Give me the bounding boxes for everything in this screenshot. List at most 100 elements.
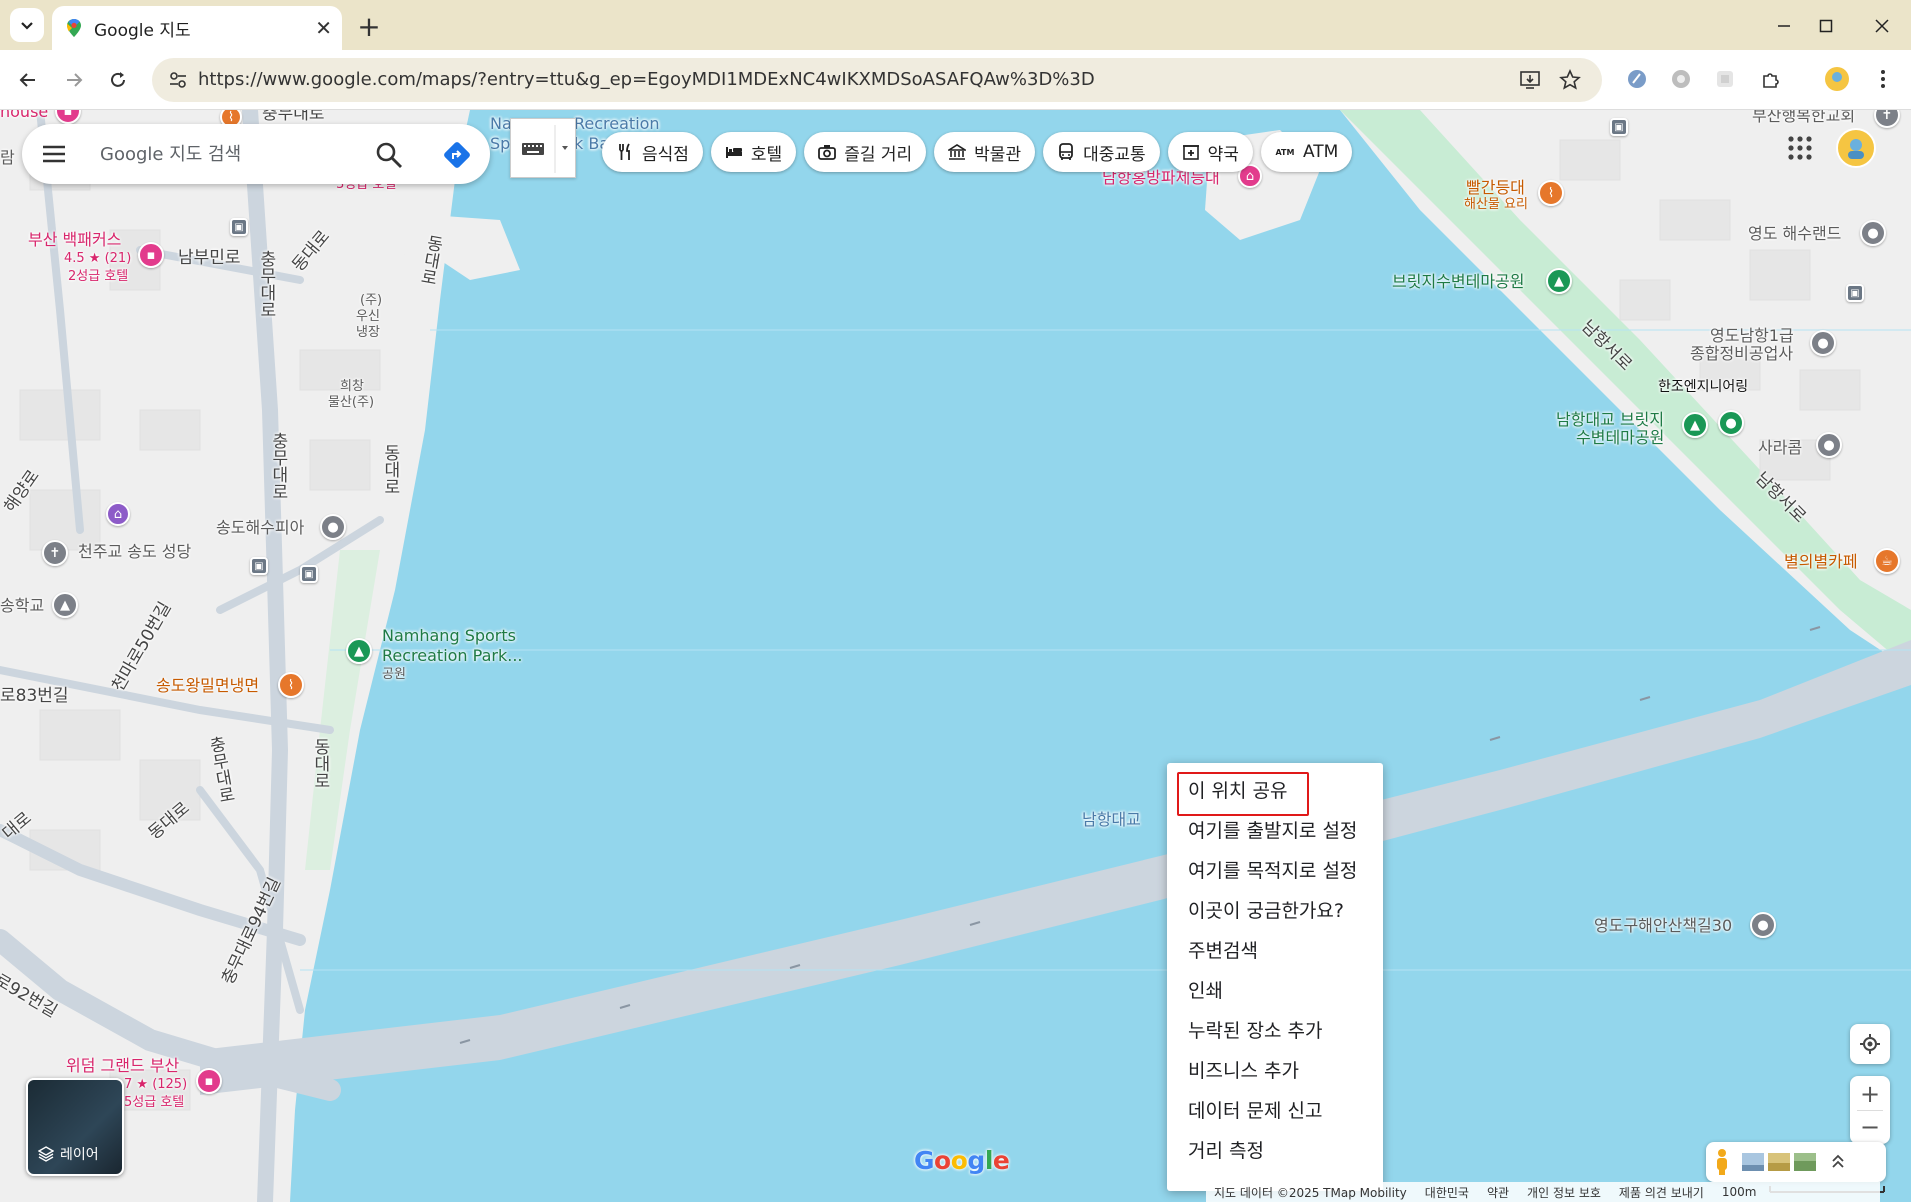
- menu-item-report-data-problem[interactable]: 데이터 문제 신고: [1167, 1091, 1383, 1131]
- map-label-yeongdo-auto-1[interactable]: 영도남항1급: [1710, 327, 1794, 345]
- place-pin-green-icon[interactable]: ●: [1718, 410, 1744, 436]
- map-label-hanjo[interactable]: 한조엔지니어링: [1658, 380, 1748, 395]
- chip-museum[interactable]: 박물관: [934, 132, 1036, 172]
- map-label-bridge-park[interactable]: 브릿지수변테마공원: [1392, 273, 1524, 291]
- chip-transit[interactable]: 대중교통: [1043, 132, 1160, 172]
- browser-menu-icon[interactable]: [1868, 64, 1898, 94]
- map-label-red-light[interactable]: 빨간등대: [1466, 179, 1525, 197]
- map-label-yeongdo-haesu[interactable]: 영도 해수랜드: [1748, 225, 1841, 243]
- restaurant-pin-icon[interactable]: ⌇: [1538, 180, 1564, 206]
- map-label-noodle[interactable]: 송도왕밀면냉면: [156, 677, 259, 695]
- forward-button[interactable]: [56, 62, 92, 98]
- maximize-button[interactable]: [1806, 6, 1846, 46]
- park-pin-icon[interactable]: ▲: [1682, 412, 1708, 438]
- privacy-link[interactable]: 개인 정보 보호: [1527, 1184, 1601, 1201]
- hotel-pin-icon[interactable]: ▪: [138, 242, 164, 268]
- park-pin-icon[interactable]: ▲: [1546, 268, 1572, 294]
- map-label-huichang-1[interactable]: 희창: [340, 380, 364, 394]
- map-label-wyndham-1[interactable]: 위덤 그랜드 부산: [66, 1057, 179, 1075]
- terms-link[interactable]: 약관: [1487, 1184, 1509, 1201]
- layers-button[interactable]: 레이어: [26, 1078, 124, 1176]
- map-label-namhang-sports-1[interactable]: Namhang Sports: [382, 627, 516, 645]
- browser-tab[interactable]: Google 지도 ✕: [52, 6, 342, 50]
- pegman-icon[interactable]: [1714, 1148, 1730, 1176]
- menu-item-add-missing-place[interactable]: 누락된 장소 추가: [1167, 1011, 1383, 1051]
- map-label-star-cafe[interactable]: 별의별카페: [1784, 553, 1858, 571]
- hotel-pin-icon[interactable]: ▪: [196, 1068, 222, 1094]
- map-label-school[interactable]: 송학교: [0, 597, 44, 615]
- menu-item-share-location[interactable]: 이 위치 공유: [1167, 771, 1383, 816]
- google-apps-icon[interactable]: [1784, 132, 1816, 164]
- bookmark-star-icon[interactable]: [1556, 66, 1584, 94]
- feedback-link[interactable]: 제품 의견 보내기: [1619, 1184, 1704, 1201]
- school-pin-icon[interactable]: ▲: [52, 592, 78, 618]
- tab-close-icon[interactable]: ✕: [315, 16, 332, 40]
- new-tab-button[interactable]: +: [352, 10, 386, 43]
- map-data-attribution[interactable]: 지도 데이터 ©2025 TMap Mobility: [1214, 1184, 1407, 1201]
- chip-things-to-do[interactable]: 즐길 거리: [804, 132, 927, 172]
- map-label-backpackers[interactable]: 부산 백패커스: [28, 231, 121, 249]
- park-pin-icon[interactable]: ▲: [346, 638, 372, 664]
- omnibox[interactable]: https://www.google.com/maps/?entry=ttu&g…: [152, 58, 1602, 102]
- bus-stop-icon[interactable]: ▣: [1846, 284, 1864, 302]
- chip-restaurant[interactable]: 음식점: [602, 132, 703, 172]
- extension-1-icon[interactable]: [1622, 64, 1652, 94]
- museum-pin-icon[interactable]: ⌂: [106, 502, 130, 526]
- menu-item-whats-here[interactable]: 이곳이 궁금한가요?: [1167, 891, 1383, 931]
- imagery-thumbnails-icon[interactable]: [1740, 1151, 1820, 1173]
- hamburger-menu-icon[interactable]: [40, 140, 68, 168]
- menu-item-search-nearby[interactable]: 주변검색: [1167, 931, 1383, 971]
- map-label-busan-church[interactable]: 부산행복한교회: [1752, 110, 1855, 125]
- place-pin-icon[interactable]: ●: [1750, 912, 1776, 938]
- menu-item-measure-distance[interactable]: 거리 측정: [1167, 1131, 1383, 1171]
- chip-atm[interactable]: ATM ATM: [1260, 132, 1353, 172]
- place-pin-icon[interactable]: ●: [1860, 220, 1886, 246]
- map-label-cathedral[interactable]: 천주교 송도 성당: [78, 543, 191, 561]
- extensions-puzzle-icon[interactable]: [1756, 64, 1786, 94]
- country-label[interactable]: 대한민국: [1425, 1184, 1469, 1201]
- restaurant-pin-icon[interactable]: ⌇: [278, 672, 304, 698]
- account-avatar[interactable]: [1836, 128, 1876, 168]
- map-canvas[interactable]: house ▪ 람 충무대로 ⌇ Na Recreation Sp k Ba 3…: [0, 110, 1911, 1202]
- search-input[interactable]: [98, 140, 368, 168]
- place-pin-icon[interactable]: ●: [320, 514, 346, 540]
- my-location-button[interactable]: [1850, 1024, 1890, 1064]
- extension-2-icon[interactable]: [1666, 64, 1696, 94]
- scale-label[interactable]: 100m: [1722, 1185, 1872, 1199]
- map-label-namhang-bridge-park-1[interactable]: 남항대교 브릿지: [1556, 411, 1664, 429]
- back-button[interactable]: [10, 62, 46, 98]
- tab-list-button[interactable]: [10, 8, 44, 42]
- bus-stop-icon[interactable]: ▣: [300, 565, 318, 583]
- place-pin-icon[interactable]: ●: [1810, 330, 1836, 356]
- map-label-songdo-haesu[interactable]: 송도해수피아: [216, 519, 304, 537]
- minimize-button[interactable]: [1764, 6, 1804, 46]
- keyboard-button[interactable]: [510, 118, 576, 178]
- church-pin-icon[interactable]: ✝: [42, 540, 68, 566]
- map-label-namhang-museum[interactable]: 남항홍방파제등대: [1102, 169, 1220, 187]
- bus-stop-icon[interactable]: ▣: [250, 557, 268, 575]
- profile-avatar-icon[interactable]: [1822, 64, 1852, 94]
- chip-hotel[interactable]: 호텔: [710, 132, 797, 172]
- zoom-in-button[interactable]: +: [1860, 1078, 1880, 1110]
- reload-button[interactable]: [100, 62, 136, 98]
- map-label-house[interactable]: house: [0, 110, 48, 121]
- map-label-usin-1[interactable]: (주): [360, 294, 382, 308]
- cafe-pin-icon[interactable]: ☕: [1874, 548, 1900, 574]
- menu-item-set-origin[interactable]: 여기를 출발지로 설정: [1167, 811, 1383, 851]
- bus-stop-icon[interactable]: ▣: [1610, 118, 1628, 136]
- close-window-button[interactable]: [1862, 6, 1902, 46]
- map-label-sarakom[interactable]: 사라콤: [1758, 439, 1802, 457]
- chip-pharmacy[interactable]: 약국: [1167, 132, 1253, 172]
- zoom-out-button[interactable]: −: [1860, 1111, 1880, 1143]
- menu-item-print[interactable]: 인쇄: [1167, 971, 1383, 1011]
- chevron-up-icon[interactable]: [1830, 1152, 1846, 1172]
- bus-stop-icon[interactable]: ▣: [230, 218, 248, 236]
- directions-icon[interactable]: [442, 140, 472, 170]
- install-app-icon[interactable]: [1516, 66, 1544, 94]
- map-label-yeongdo-walk[interactable]: 영도구해안산책길30: [1594, 917, 1732, 935]
- site-info-button[interactable]: [162, 64, 194, 96]
- map-label-namhang-bridge[interactable]: 남항대교: [1082, 811, 1141, 829]
- menu-item-add-business[interactable]: 비즈니스 추가: [1167, 1051, 1383, 1091]
- place-pin-icon[interactable]: ●: [1816, 432, 1842, 458]
- menu-item-set-destination[interactable]: 여기를 목적지로 설정: [1167, 851, 1383, 891]
